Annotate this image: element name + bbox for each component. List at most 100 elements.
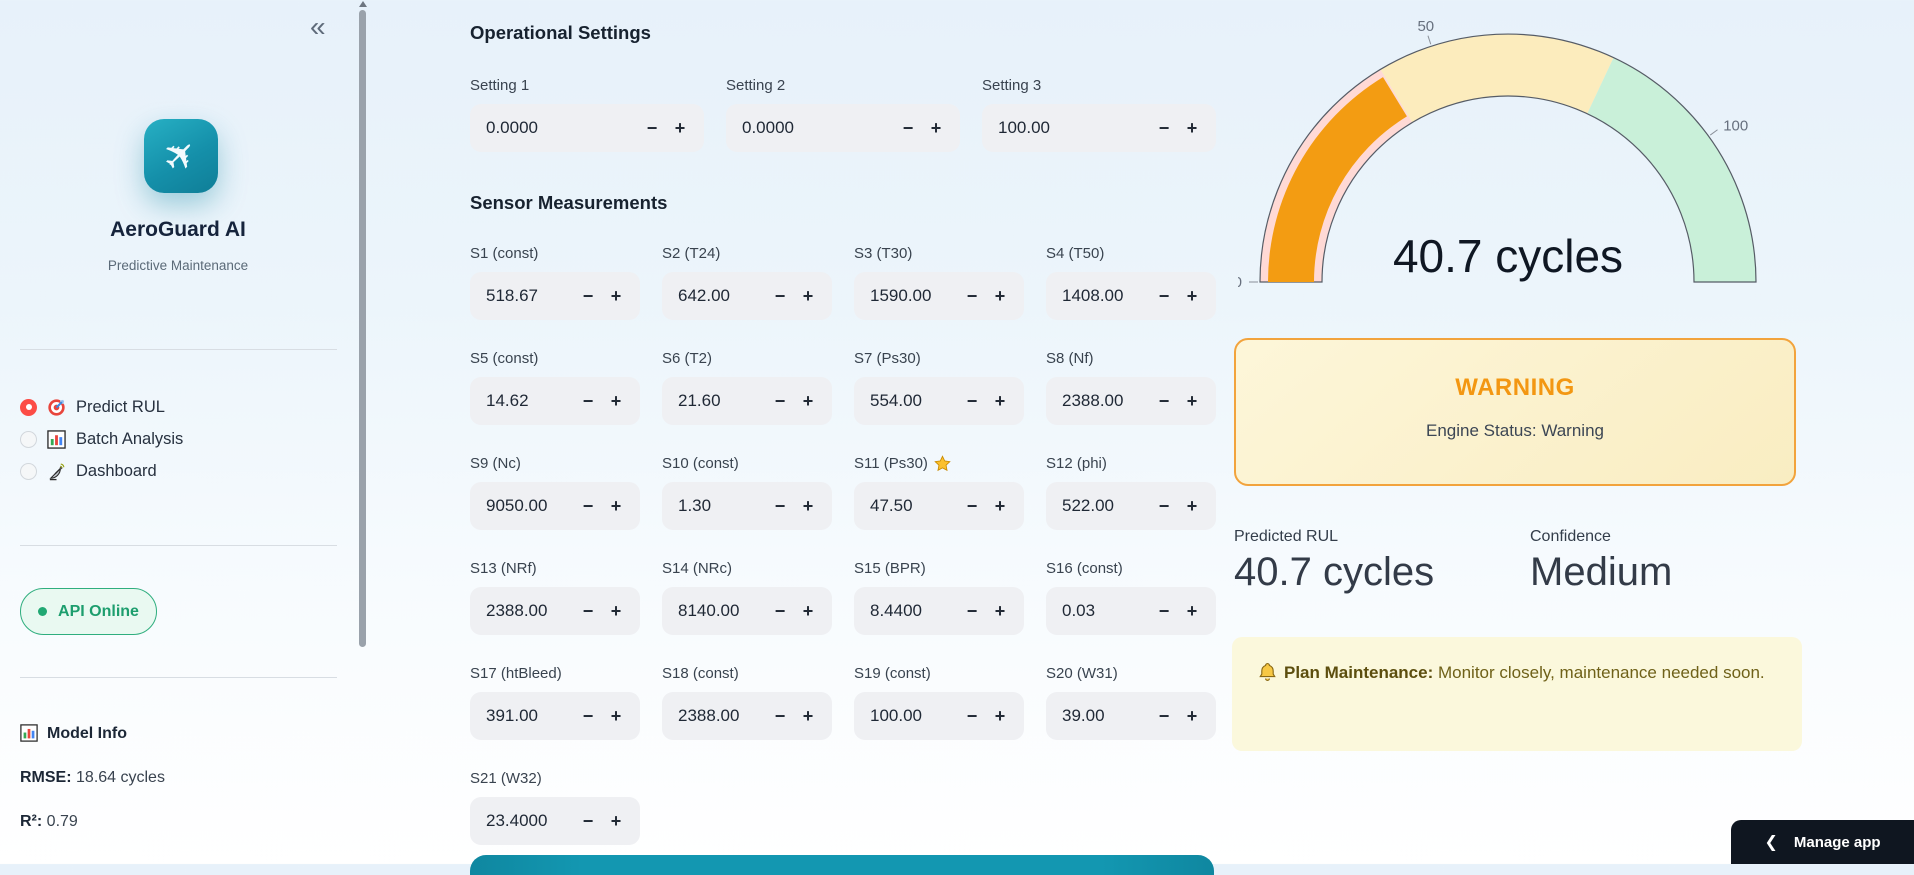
increment-button[interactable]: + [1178,602,1206,620]
number-value[interactable]: 0.0000 [742,118,894,138]
number-input[interactable]: 8140.00 − + [662,587,832,635]
number-input[interactable]: 518.67 − + [470,272,640,320]
number-value[interactable]: 14.62 [486,391,574,411]
number-input[interactable]: 2388.00 − + [662,692,832,740]
number-value[interactable]: 2388.00 [1062,391,1150,411]
increment-button[interactable]: + [986,497,1014,515]
increment-button[interactable]: + [602,287,630,305]
decrement-button[interactable]: − [766,707,794,725]
number-value[interactable]: 1590.00 [870,286,958,306]
decrement-button[interactable]: − [574,497,602,515]
number-value[interactable]: 391.00 [486,706,574,726]
increment-button[interactable]: + [794,287,822,305]
number-value[interactable]: 100.00 [870,706,958,726]
manage-app-button[interactable]: ❮ Manage app [1731,820,1914,864]
number-input[interactable]: 0.0000 − + [726,104,960,152]
increment-button[interactable]: + [1178,287,1206,305]
decrement-button[interactable]: − [638,119,666,137]
number-input[interactable]: 1590.00 − + [854,272,1024,320]
number-value[interactable]: 2388.00 [678,706,766,726]
predict-rul-button[interactable] [470,855,1214,875]
number-value[interactable]: 522.00 [1062,496,1150,516]
decrement-button[interactable]: − [1150,497,1178,515]
decrement-button[interactable]: − [958,602,986,620]
increment-button[interactable]: + [602,707,630,725]
main-scrollbar[interactable] [359,10,366,647]
number-input[interactable]: 1408.00 − + [1046,272,1216,320]
number-input[interactable]: 391.00 − + [470,692,640,740]
number-input[interactable]: 1.30 − + [662,482,832,530]
number-value[interactable]: 39.00 [1062,706,1150,726]
number-input[interactable]: 100.00 − + [982,104,1216,152]
radio-unselected[interactable] [20,463,37,480]
increment-button[interactable]: + [602,497,630,515]
number-value[interactable]: 9050.00 [486,496,574,516]
number-input[interactable]: 554.00 − + [854,377,1024,425]
decrement-button[interactable]: − [1150,287,1178,305]
number-input[interactable]: 2388.00 − + [470,587,640,635]
number-input[interactable]: 47.50 − + [854,482,1024,530]
number-value[interactable]: 0.03 [1062,601,1150,621]
decrement-button[interactable]: − [1150,707,1178,725]
number-value[interactable]: 100.00 [998,118,1150,138]
number-value[interactable]: 1408.00 [1062,286,1150,306]
increment-button[interactable]: + [1178,497,1206,515]
number-input[interactable]: 9050.00 − + [470,482,640,530]
increment-button[interactable]: + [922,119,950,137]
decrement-button[interactable]: − [574,707,602,725]
number-value[interactable]: 518.67 [486,286,574,306]
radio-selected[interactable] [20,399,37,416]
increment-button[interactable]: + [602,602,630,620]
number-input[interactable]: 8.4400 − + [854,587,1024,635]
nav-option-predict-rul[interactable]: Predict RUL [20,391,183,423]
number-input[interactable]: 522.00 − + [1046,482,1216,530]
number-input[interactable]: 23.4000 − + [470,797,640,845]
increment-button[interactable]: + [1178,119,1206,137]
decrement-button[interactable]: − [1150,392,1178,410]
decrement-button[interactable]: − [766,287,794,305]
number-value[interactable]: 642.00 [678,286,766,306]
number-input[interactable]: 0.0000 − + [470,104,704,152]
decrement-button[interactable]: − [894,119,922,137]
decrement-button[interactable]: − [766,497,794,515]
increment-button[interactable]: + [794,707,822,725]
number-value[interactable]: 554.00 [870,391,958,411]
decrement-button[interactable]: − [1150,119,1178,137]
sidebar-collapse-button[interactable]: « [304,12,332,42]
decrement-button[interactable]: − [958,707,986,725]
nav-option-dashboard[interactable]: Dashboard [20,455,183,487]
radio-unselected[interactable] [20,431,37,448]
number-value[interactable]: 2388.00 [486,601,574,621]
decrement-button[interactable]: − [574,812,602,830]
increment-button[interactable]: + [602,392,630,410]
number-input[interactable]: 39.00 − + [1046,692,1216,740]
number-value[interactable]: 0.0000 [486,118,638,138]
number-value[interactable]: 1.30 [678,496,766,516]
number-input[interactable]: 21.60 − + [662,377,832,425]
number-input[interactable]: 14.62 − + [470,377,640,425]
scrollbar-up-arrow[interactable] [359,1,367,7]
number-value[interactable]: 8.4400 [870,601,958,621]
number-input[interactable]: 642.00 − + [662,272,832,320]
decrement-button[interactable]: − [1150,602,1178,620]
decrement-button[interactable]: − [766,602,794,620]
decrement-button[interactable]: − [766,392,794,410]
increment-button[interactable]: + [986,707,1014,725]
number-input[interactable]: 0.03 − + [1046,587,1216,635]
increment-button[interactable]: + [794,602,822,620]
increment-button[interactable]: + [1178,707,1206,725]
number-value[interactable]: 47.50 [870,496,958,516]
decrement-button[interactable]: − [574,392,602,410]
decrement-button[interactable]: − [574,602,602,620]
decrement-button[interactable]: − [958,392,986,410]
increment-button[interactable]: + [1178,392,1206,410]
increment-button[interactable]: + [666,119,694,137]
decrement-button[interactable]: − [958,287,986,305]
number-value[interactable]: 21.60 [678,391,766,411]
number-input[interactable]: 100.00 − + [854,692,1024,740]
decrement-button[interactable]: − [574,287,602,305]
number-value[interactable]: 8140.00 [678,601,766,621]
increment-button[interactable]: + [794,497,822,515]
increment-button[interactable]: + [986,287,1014,305]
increment-button[interactable]: + [986,392,1014,410]
